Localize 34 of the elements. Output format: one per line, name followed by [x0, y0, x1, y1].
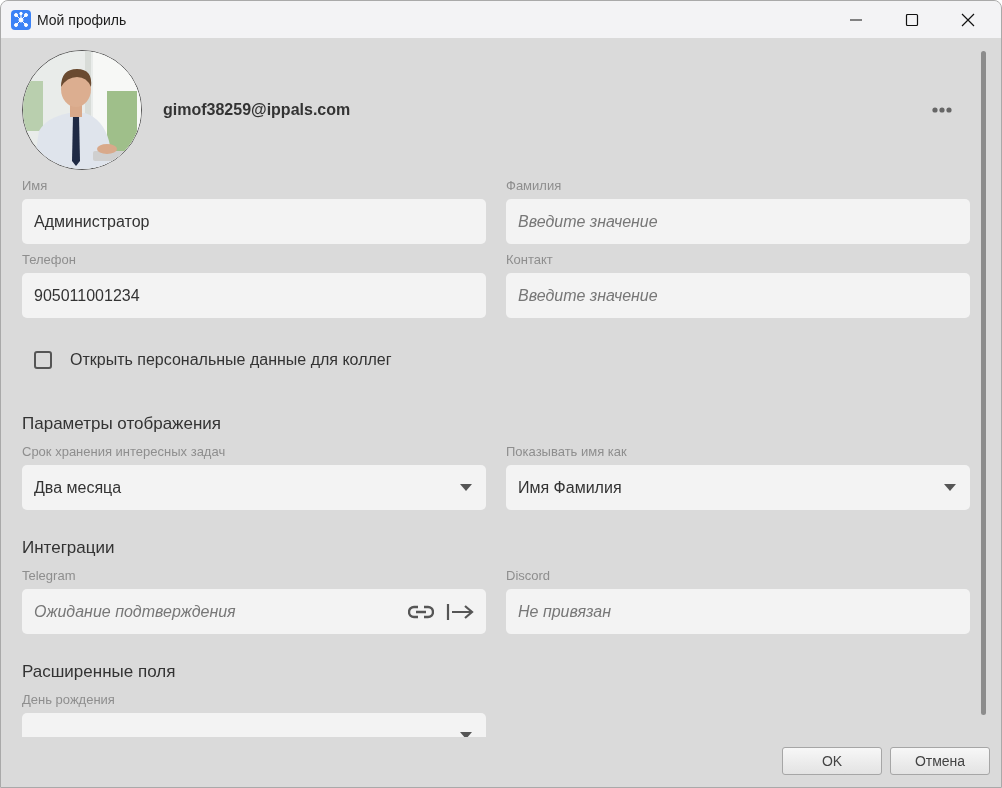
caret-icon: [460, 732, 472, 737]
input-field[interactable]: Введите значение: [506, 273, 970, 318]
dropdown[interactable]: Имя Фамилия: [506, 465, 970, 510]
field-label: Показывать имя как: [506, 444, 628, 459]
caret-icon: [460, 484, 472, 491]
section-heading: Параметры отображения: [22, 414, 223, 435]
checkbox[interactable]: [34, 351, 52, 369]
link-icon[interactable]: [408, 604, 434, 619]
field-label: Срок хранения интересных задач: [22, 444, 227, 459]
app-logo-icon: [11, 9, 31, 30]
user-email: gimof38259@ippals.com: [163, 101, 352, 119]
checkbox-label: Открыть персональные данные для коллег: [70, 351, 392, 369]
field-label: Discord: [506, 568, 552, 583]
input-field[interactable]: Администратор: [22, 199, 486, 244]
section-heading: Расширенные поля: [22, 662, 177, 683]
field-label: Имя: [22, 178, 49, 193]
dropdown[interactable]: Два месяца: [22, 465, 486, 510]
input-field[interactable]: 905011001234: [22, 273, 486, 318]
section-heading: Интеграции: [22, 538, 116, 559]
arrow-icon[interactable]: [446, 602, 474, 621]
window-title: Мой профиль: [37, 11, 128, 28]
dialog-button[interactable]: Отмена: [890, 747, 990, 775]
scrollbar[interactable]: [981, 51, 986, 715]
dialog-button[interactable]: OK: [782, 747, 882, 775]
more-icon[interactable]: [932, 107, 952, 113]
field-label: Telegram: [22, 568, 77, 583]
input-field[interactable]: Не привязан: [506, 589, 970, 634]
input-field[interactable]: Введите значение: [506, 199, 970, 244]
field-label: Фамилия: [506, 178, 563, 193]
field-label: День рождения: [22, 692, 116, 707]
input-field[interactable]: Ожидание подтверждения: [22, 589, 486, 634]
caret-icon: [944, 484, 956, 491]
field-label: Телефон: [22, 252, 77, 267]
field-label: Контакт: [506, 252, 554, 267]
